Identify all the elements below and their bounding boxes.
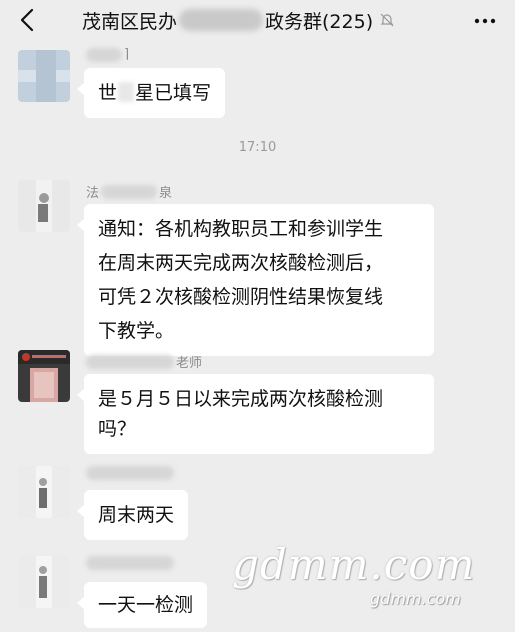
- watermark-small: gdmm.com: [370, 589, 461, 608]
- text-redaction: [118, 82, 135, 102]
- message-bubble[interactable]: 是５月５日以来完成两次核酸检测 吗？: [77, 374, 434, 454]
- chat-title-left: 茂南区民办: [82, 10, 178, 33]
- title-redaction: [179, 9, 264, 31]
- chat-header: 茂南区民办 政务群(225): [0, 0, 515, 42]
- sender-text: 法: [86, 186, 100, 201]
- message-bubble[interactable]: 一天一检测: [76, 582, 208, 628]
- name-redaction: [86, 354, 174, 369]
- mute-bell-icon: [380, 13, 394, 27]
- name-redaction: [86, 466, 174, 480]
- sender-name: ⌉: [86, 47, 129, 62]
- more-dots-icon[interactable]: [471, 8, 499, 34]
- watermark: gdmm.com gdmm.com: [232, 540, 502, 620]
- sender-name: 法 泉: [86, 182, 172, 201]
- watermark-large: gdmm.com: [232, 540, 476, 589]
- name-redaction: [86, 47, 122, 62]
- avatar[interactable]: [18, 50, 70, 102]
- sender-name: [86, 466, 174, 480]
- name-redaction: [101, 184, 158, 199]
- message-bubble[interactable]: 周末两天: [76, 490, 189, 540]
- sender-name: 老师: [86, 352, 202, 371]
- avatar[interactable]: [18, 466, 70, 518]
- sender-text: ⌉: [124, 47, 130, 62]
- chat-title: 茂南区民办 政务群(225): [82, 6, 395, 34]
- back-arrow-icon[interactable]: [14, 6, 42, 34]
- message-bubble[interactable]: 世星已填写: [76, 68, 226, 118]
- chat-title-right: 政务群(225): [265, 10, 374, 33]
- name-redaction: [86, 556, 174, 570]
- avatar[interactable]: [18, 180, 70, 232]
- avatar[interactable]: [18, 556, 70, 608]
- sender-text: 泉: [159, 186, 173, 201]
- message-text: 星已填写: [135, 82, 212, 104]
- avatar[interactable]: [18, 350, 70, 402]
- message-text: 世: [98, 82, 118, 104]
- timestamp: 17:10: [238, 140, 277, 155]
- sender-text: 老师: [176, 356, 203, 371]
- sender-name: [86, 556, 174, 570]
- message-bubble[interactable]: 通知：各机构教职员工和参训学生 在周末两天完成两次核酸检测后， 可凭２次核酸检测…: [77, 204, 434, 356]
